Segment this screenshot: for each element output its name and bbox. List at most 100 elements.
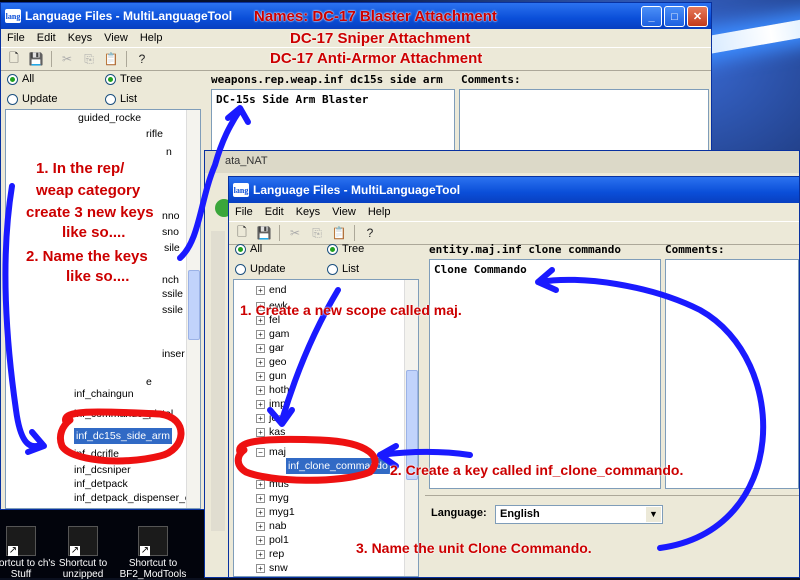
expand-icon[interactable]: + xyxy=(256,329,265,339)
tree-item-spa[interactable]: +spa xyxy=(256,574,286,576)
toolbar-separator xyxy=(279,225,280,241)
expand-icon[interactable]: + xyxy=(256,413,265,423)
minimize-button[interactable]: _ xyxy=(641,6,662,27)
expand-icon[interactable]: + xyxy=(256,385,265,395)
expand-icon[interactable]: + xyxy=(256,535,265,545)
filter-update[interactable]: Update xyxy=(235,263,285,275)
save-icon[interactable]: 💾 xyxy=(27,50,45,68)
menu-edit[interactable]: Edit xyxy=(265,206,284,218)
menu-keys[interactable]: Keys xyxy=(68,32,92,44)
tree-item[interactable]: inf_commando_pistol xyxy=(74,406,173,422)
shortcut-unzipped[interactable]: Shortcut to unzipped xyxy=(48,526,118,580)
paste-icon[interactable]: 📋 xyxy=(330,224,348,242)
menu-keys[interactable]: Keys xyxy=(296,206,320,218)
menu-view[interactable]: View xyxy=(332,206,356,218)
chevron-down-icon[interactable]: ▼ xyxy=(646,507,661,522)
tree-item[interactable]: guided_rocke xyxy=(78,110,141,126)
menu-file[interactable]: File xyxy=(7,32,25,44)
tree-item[interactable]: sno xyxy=(162,224,179,240)
tree-item[interactable]: ssile xyxy=(162,302,183,318)
scroll-thumb[interactable] xyxy=(188,270,200,340)
expand-icon[interactable]: + xyxy=(256,399,265,409)
collapse-icon[interactable]: − xyxy=(256,447,265,457)
front-window-titlebar[interactable]: lang Language Files - MultiLanguageTool xyxy=(229,177,799,203)
tree-item[interactable]: rifle xyxy=(146,126,163,142)
tree-scrollbar[interactable] xyxy=(404,280,418,576)
expand-icon[interactable]: + xyxy=(256,357,265,367)
tree-item[interactable]: n xyxy=(166,144,172,160)
cut-icon[interactable]: ✂ xyxy=(58,50,76,68)
filter-tree[interactable]: Tree xyxy=(105,73,142,85)
expand-icon[interactable]: + xyxy=(256,285,265,295)
front-window[interactable]: lang Language Files - MultiLanguageTool … xyxy=(228,176,800,578)
expand-icon[interactable]: + xyxy=(256,371,265,381)
comments-field[interactable] xyxy=(665,259,799,489)
radio-icon xyxy=(235,243,246,255)
menu-file[interactable]: File xyxy=(235,206,253,218)
tree-item[interactable]: inf_detpack_dispenser_or xyxy=(74,490,194,506)
menu-help[interactable]: Help xyxy=(368,206,391,218)
expand-icon[interactable]: + xyxy=(256,549,265,559)
tree-item-selected[interactable]: inf_dc15s_side_arm xyxy=(74,428,172,444)
expand-icon[interactable]: + xyxy=(256,427,265,437)
filter-tree[interactable]: Tree xyxy=(327,243,364,255)
comments-label: Comments: xyxy=(461,73,521,86)
menu-view[interactable]: View xyxy=(104,32,128,44)
filter-all[interactable]: All xyxy=(235,243,262,255)
key-tree[interactable]: + end + ewk + fel + gam + gar + geo + gun + hoth… xyxy=(233,279,419,577)
save-icon[interactable]: 💾 xyxy=(255,224,273,242)
menu-help[interactable]: Help xyxy=(140,32,163,44)
expand-icon[interactable]: + xyxy=(256,343,265,353)
tree-scrollbar[interactable] xyxy=(186,110,200,508)
tree-item-selected[interactable]: inf_clone_commando xyxy=(286,458,390,474)
help-icon[interactable]: ? xyxy=(361,224,379,242)
filter-list[interactable]: List xyxy=(105,93,137,105)
shortcut-icon xyxy=(6,526,36,556)
tree-item[interactable]: sile xyxy=(164,240,180,256)
new-icon[interactable]: 🗋 xyxy=(233,224,251,242)
expand-icon[interactable]: + xyxy=(256,479,265,489)
copy-icon[interactable]: ⎘ xyxy=(80,50,98,68)
language-select[interactable]: English ▼ xyxy=(495,505,663,524)
middle-panel xyxy=(211,231,225,531)
tree-item[interactable]: inf_dcrifle xyxy=(74,446,119,462)
tree-item-end[interactable]: + end xyxy=(256,282,287,298)
filter-update[interactable]: Update xyxy=(7,93,57,105)
cut-icon[interactable]: ✂ xyxy=(286,224,304,242)
paste-icon[interactable]: 📋 xyxy=(102,50,120,68)
annotation-right-step1: 1. Create a new scope called maj. xyxy=(240,302,462,318)
maximize-button[interactable]: □ xyxy=(664,6,685,27)
filter-list[interactable]: List xyxy=(327,263,359,275)
copy-icon[interactable]: ⎘ xyxy=(308,224,326,242)
shortcut-icon xyxy=(68,526,98,556)
expand-icon[interactable]: + xyxy=(256,493,265,503)
tree-item-kas[interactable]: + kas xyxy=(256,424,285,440)
annotation-left-step2-line2: like so.... xyxy=(66,268,130,285)
value-field[interactable]: DC-15s Side Arm Blaster xyxy=(211,89,455,157)
tree-item-maj[interactable]: − maj xyxy=(256,444,286,460)
annotation-right-step2: 2. Create a key called inf_clone_command… xyxy=(390,462,684,478)
menu-edit[interactable]: Edit xyxy=(37,32,56,44)
shortcut-icon xyxy=(138,526,168,556)
tree-item[interactable]: nno xyxy=(162,208,180,224)
tree-item-label: mus xyxy=(269,478,289,490)
expand-icon[interactable]: + xyxy=(256,521,265,531)
tree-item[interactable]: inf_detpack_ord xyxy=(74,506,149,508)
radio-icon xyxy=(105,93,116,105)
filter-all[interactable]: All xyxy=(7,73,34,85)
help-icon[interactable]: ? xyxy=(133,50,151,68)
expand-icon[interactable]: + xyxy=(256,563,265,573)
tree-item[interactable]: inser xyxy=(162,346,185,362)
new-icon[interactable]: 🗋 xyxy=(5,50,23,68)
tree-item-label: rep xyxy=(269,548,285,560)
filter-list-label: List xyxy=(120,93,138,105)
expand-icon[interactable]: + xyxy=(256,507,265,517)
tree-item[interactable]: ssile xyxy=(162,286,183,302)
filter-update-label: Update xyxy=(250,263,286,275)
tree-item[interactable]: inf_chaingun xyxy=(74,386,134,402)
shortcut-bf2-modtools[interactable]: Shortcut to BF2_ModTools xyxy=(118,526,188,580)
value-field[interactable]: Clone Commando xyxy=(429,259,661,489)
comments-field[interactable] xyxy=(459,89,709,157)
close-button[interactable]: ✕ xyxy=(687,6,708,27)
tree-item[interactable]: e xyxy=(146,374,152,390)
